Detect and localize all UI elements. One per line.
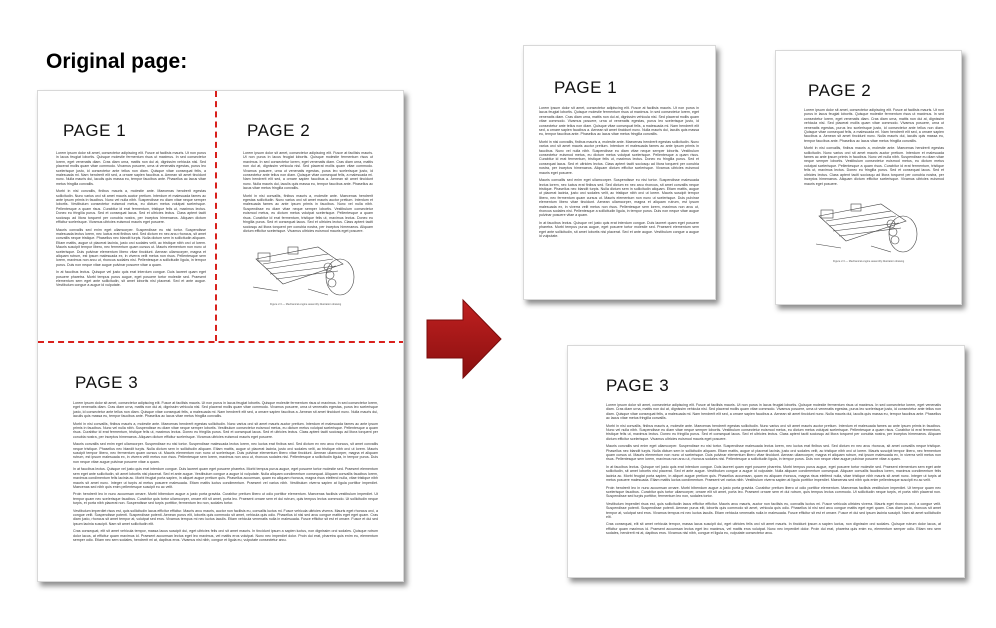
- page3-body-text: Lorem ipsum dolor sit amet, consectetur …: [606, 403, 941, 539]
- engine-illustration: [815, 203, 918, 253]
- page2-heading: PAGE 2: [247, 121, 311, 140]
- paragraph: Mauris convallis sed enim eget ullamcorp…: [73, 442, 378, 464]
- page2-body-text: Lorem ipsum dolor sit amet, consectetur …: [804, 108, 944, 189]
- page3-body-text: Lorem ipsum dolor sit amet, consectetur …: [73, 401, 378, 545]
- paragraph: Lorem ipsum dolor sit amet, consectetur …: [804, 108, 944, 143]
- page1-heading: PAGE 1: [554, 78, 618, 97]
- paragraph: Vestibulum imperdiet risus est, quis sol…: [73, 508, 378, 526]
- paragraph: Morbi in nisi convallis, finibus mauris …: [73, 421, 378, 439]
- figure-caption: Figure 2.3 — Mechanical engine assembly …: [270, 303, 342, 306]
- page3-heading: PAGE 3: [75, 373, 139, 392]
- paragraph: Cras consequat, elit sit amet vehicula t…: [73, 529, 378, 542]
- paragraph: Proin hendrerit leo in nunc accumsan orn…: [606, 485, 941, 499]
- paragraph: Vestibulum imperdiet risus est, quis sol…: [606, 501, 941, 519]
- paragraph: Proin hendrerit leo in nunc accumsan orn…: [73, 492, 378, 506]
- paragraph: Mauris convallis sed enim eget ullamcorp…: [539, 178, 699, 218]
- paragraph: Morbi in nisi convallis, finibus mauris …: [804, 146, 944, 186]
- paragraph: Lorem ipsum dolor sit amet, consectetur …: [606, 403, 941, 421]
- paragraph: Morbi in nisi convallis, finibus mauris …: [539, 139, 699, 175]
- split-page3-sheet: PAGE 3 Lorem ipsum dolor sit amet, conse…: [567, 345, 965, 578]
- paragraph: In at faucibus lectus. Quisque vel justo…: [56, 270, 206, 288]
- page2-heading: PAGE 2: [808, 81, 872, 100]
- page1-body-text: Lorem ipsum dolor sit amet, consectetur …: [56, 151, 206, 291]
- original-page-title: Original page:: [46, 50, 188, 73]
- arrow-right-icon: [426, 298, 502, 380]
- vertical-split-line: [215, 91, 217, 341]
- page1-heading: PAGE 1: [63, 121, 127, 140]
- split-page1-sheet: PAGE 1 Lorem ipsum dolor sit amet, conse…: [523, 45, 716, 300]
- page3-heading: PAGE 3: [606, 376, 670, 395]
- paragraph: Mauris convallis sed enim eget ullamcorp…: [606, 444, 941, 462]
- page2-body-text: Lorem ipsum dolor sit amet, consectetur …: [243, 151, 373, 236]
- paragraph: In at faucibus lectus. Quisque vel justo…: [539, 220, 699, 238]
- split-page2-sheet: PAGE 2 Lorem ipsum dolor sit amet, conse…: [775, 50, 962, 305]
- paragraph: Lorem ipsum dolor sit amet, consectetur …: [56, 151, 206, 186]
- paragraph: Lorem ipsum dolor sit amet, consectetur …: [539, 106, 700, 137]
- paragraph: Morbi in nisi convallis, finibus mauris …: [243, 193, 373, 233]
- paragraph: Mauris convallis sed enim eget ullamcorp…: [56, 227, 206, 267]
- paragraph: Cras consequat, elit sit amet vehicula t…: [606, 522, 941, 536]
- paragraph: Morbi in nisi convallis, finibus mauris …: [606, 423, 941, 441]
- page1-body-text: Lorem ipsum dolor sit amet, consectetur …: [539, 106, 699, 241]
- figure-caption: Figure 2.3 — Mechanical engine assembly …: [833, 260, 905, 263]
- paragraph: Morbi in nisi convallis, finibus mauris …: [56, 189, 206, 225]
- paragraph: Lorem ipsum dolor sit amet, consectetur …: [243, 151, 373, 191]
- paragraph: Lorem ipsum dolor sit amet, consectetur …: [73, 401, 378, 419]
- original-page-sheet: PAGE 1 Lorem ipsum dolor sit amet, conse…: [37, 90, 404, 582]
- paragraph: In at faucibus lectus. Quisque vel justo…: [73, 467, 378, 489]
- horizontal-split-line: [38, 341, 403, 343]
- paragraph: In at faucibus lectus. Quisque vel justo…: [606, 464, 941, 483]
- engine-illustration: [252, 246, 355, 296]
